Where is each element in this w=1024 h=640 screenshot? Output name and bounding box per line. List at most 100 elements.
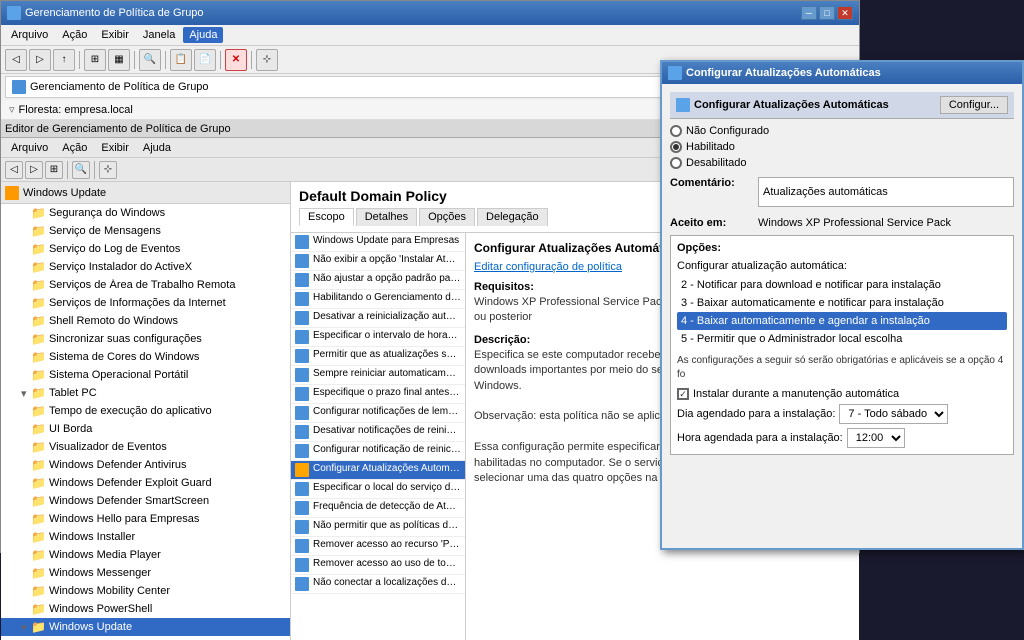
inner-toolbar-b3[interactable]: ⊹ [99,161,117,179]
toolbar-btn2[interactable]: ⊞ [84,49,106,71]
inner-toolbar-forward[interactable]: ▷ [25,161,43,179]
policy-list-item[interactable]: Remover acesso ao uso de todos os re... [291,556,465,575]
tree-item[interactable]: 📁 Serviço Instalador do ActiveX [1,258,290,276]
tab-opcoes[interactable]: Opções [419,208,475,226]
tab-detalhes[interactable]: Detalhes [356,208,417,226]
config-button[interactable]: Configur... [940,96,1008,114]
tab-delegacao[interactable]: Delegação [477,208,548,226]
schedule-time-select[interactable]: 12:00 [847,428,905,448]
maximize-button[interactable]: □ [819,6,835,20]
policy-list-item[interactable]: Não conectar a localizações do Wind... [291,575,465,594]
tree-item[interactable]: ▾ 📁 Windows Update [1,618,290,636]
toolbar-btn5[interactable]: 📄 [194,49,216,71]
config-option-item[interactable]: 2 - Notificar para download e notificar … [677,276,1007,294]
config-option-item[interactable]: 5 - Permitir que o Administrador local e… [677,330,1007,348]
config-option-item[interactable]: 4 - Baixar automaticamente e agendar a i… [677,312,1007,330]
toolbar-delete[interactable]: ✕ [225,49,247,71]
install-checkbox-item[interactable]: Instalar durante a manutenção automática [677,388,1007,400]
policy-list-item[interactable]: Não ajustar a opção padrão para 'Insta..… [291,271,465,290]
tree-item[interactable]: 📁 Visualizador de Eventos [1,438,290,456]
tree-item-label: Windows Defender Antivirus [49,459,286,471]
radio-nao-configurado[interactable]: Não Configurado [670,125,1014,137]
tree-item[interactable]: 📁 Shell Remoto do Windows [1,312,290,330]
tree-item[interactable]: 📁 Sistema Operacional Portátil [1,366,290,384]
tree-item-label: Windows Installer [49,531,286,543]
tree-item[interactable]: ▾ 📁 Tablet PC [1,384,290,402]
menu-ajuda[interactable]: Ajuda [183,27,223,43]
policy-list-item[interactable]: Desativar notificações de reinicio auto.… [291,423,465,442]
tree-item[interactable]: 📁 Windows Installer [1,528,290,546]
tree-item[interactable]: 📁 UI Borda [1,420,290,438]
desc-edit-link[interactable]: Editar configuração de política [474,261,622,273]
toolbar-forward[interactable]: ▷ [29,49,51,71]
tree-item[interactable]: 📁 Serviços de Informações da Internet [1,294,290,312]
policy-list-item[interactable]: Habilitando o Gerenciamento de Ener... [291,290,465,309]
policy-list-item[interactable]: Desativar a reinicialização automática .… [291,309,465,328]
menu-arquivo[interactable]: Arquivo [5,27,54,43]
inner-menu-acao[interactable]: Ação [56,140,93,155]
tree-item[interactable]: 📁 Windows Mobility Center [1,582,290,600]
config-option-item[interactable]: 3 - Baixar automaticamente e notificar p… [677,294,1007,312]
tree-item[interactable]: 📁 Windows Defender SmartScreen [1,492,290,510]
inner-toolbar-back[interactable]: ◁ [5,161,23,179]
toolbar-up[interactable]: ↑ [53,49,75,71]
tree-item[interactable]: 📁 Sincronizar suas configurações [1,330,290,348]
menu-acao[interactable]: Ação [56,27,93,43]
policy-list-item[interactable]: Não exibir a opção 'Instalar Atualização… [291,252,465,271]
tree-item-label: Serviço Instalador do ActiveX [49,261,286,273]
tree-item[interactable]: 📁 Segurança do Windows [1,204,290,222]
dialog-body: Configurar Atualizações Automáticas Conf… [662,84,1022,463]
inner-menu-exibir[interactable]: Exibir [95,140,135,155]
inner-toolbar-b1[interactable]: ⊞ [45,161,63,179]
toolbar-sep3 [165,51,166,69]
policy-list-item[interactable]: Especificar o local do serviço de atual.… [291,480,465,499]
tree-item[interactable]: 📁 Tempo de execução do aplicativo [1,402,290,420]
inner-menu-ajuda[interactable]: Ajuda [137,140,177,155]
policy-list-item[interactable]: Especifique o prazo final antes do rein.… [291,385,465,404]
toolbar-filter[interactable]: ⊹ [256,49,278,71]
policy-list-item[interactable]: Não permitir que as políticas de adiam..… [291,518,465,537]
close-button[interactable]: ✕ [837,6,853,20]
toolbar-btn3[interactable]: ▦ [108,49,130,71]
tree-item[interactable]: 📁 Sistema de Cores do Windows [1,348,290,366]
policy-list-item[interactable]: Remover acesso ao recurso 'Pausar atu... [291,537,465,556]
toolbar-back[interactable]: ◁ [5,49,27,71]
policy-list-item[interactable]: Configurar notificação de reinicializaçã… [291,442,465,461]
comment-input[interactable] [758,177,1014,207]
folder-icon: 📁 [31,584,46,598]
app-icon [7,6,21,20]
toolbar-btn4[interactable]: 📋 [170,49,192,71]
menu-janela[interactable]: Janela [137,27,181,43]
menu-exibir[interactable]: Exibir [95,27,135,43]
schedule-day-select[interactable]: 7 - Todo sábado [839,404,948,424]
radio-habilitado[interactable]: Habilitado [670,141,1014,153]
policy-list-item[interactable]: Especificar o intervalo de horas ativas … [291,328,465,347]
policy-list-item[interactable]: Permitir que as atualizações sejam bai..… [291,347,465,366]
policy-list-icon [295,501,309,515]
tree-item[interactable]: 📁 Serviço do Log de Eventos [1,240,290,258]
tree-item[interactable]: 📁 Serviço de Mensagens [1,222,290,240]
minimize-button[interactable]: ─ [801,6,817,20]
install-checkbox[interactable] [677,388,689,400]
tree-item[interactable]: 📁 Windows Hello para Empresas [1,510,290,528]
tree-item[interactable]: 📁 Windows Media Player [1,546,290,564]
domain-text: Floresta: empresa.local [19,104,133,116]
policy-list-item[interactable]: Sempre reiniciar automaticamente no ... [291,366,465,385]
tree-item[interactable]: 📁 Serviços de Área de Trabalho Remota [1,276,290,294]
folder-icon: 📁 [31,602,46,616]
tab-escopo[interactable]: Escopo [299,208,354,226]
toolbar-search[interactable]: 🔍 [139,49,161,71]
policy-list-item[interactable]: Configurar notificações de lembrete d... [291,404,465,423]
tree-item[interactable]: 📁 Windows Defender Exploit Guard [1,474,290,492]
tree-item[interactable]: 📁 Windows PowerShell [1,600,290,618]
radio-desabilitado[interactable]: Desabilitado [670,157,1014,169]
tree-item[interactable]: 📁 Windows Messenger [1,564,290,582]
policy-list-item[interactable]: Configurar Atualizações Automáticas [291,461,465,480]
policy-list-item[interactable]: Windows Update para Empresas [291,233,465,252]
policy-list-item[interactable]: Frequência de detecção de Atualização... [291,499,465,518]
inner-toolbar-b2[interactable]: 🔍 [72,161,90,179]
tree-item[interactable]: 📁 Windows Defender Antivirus [1,456,290,474]
inner-menu-arquivo[interactable]: Arquivo [5,140,54,155]
policy-list-icon [295,463,309,477]
tree-item-label: Windows PowerShell [49,603,286,615]
